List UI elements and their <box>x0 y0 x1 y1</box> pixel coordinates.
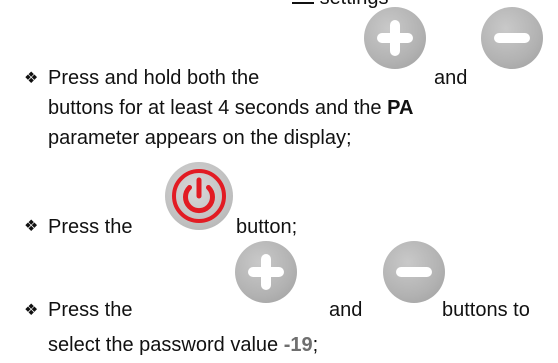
power-icon <box>172 169 226 223</box>
power-button[interactable] <box>165 162 233 230</box>
bullet-icon: ❖ <box>24 218 39 235</box>
step3-suffix: buttons to <box>442 299 530 321</box>
step3-and: and <box>329 299 363 321</box>
bullet-icon: ❖ <box>24 70 39 87</box>
step2-line1: Press the <box>48 216 133 238</box>
step3-line2: select the password value -19; <box>48 334 319 356</box>
manual-page: settings ❖ Press and hold both the and b… <box>0 0 558 363</box>
step2-suffix: button; <box>236 216 298 238</box>
minus-button[interactable] <box>481 7 543 69</box>
step1-line3: parameter appears on the display; <box>48 127 352 149</box>
underlined-fragment <box>292 0 314 4</box>
minus-icon <box>396 267 432 277</box>
minus-button[interactable] <box>383 241 445 303</box>
step1-line1: Press and hold both the <box>48 66 259 90</box>
plus-button[interactable] <box>235 241 297 303</box>
plus-button[interactable] <box>364 7 426 69</box>
plus-icon <box>377 20 413 56</box>
password-value: -19 <box>283 334 313 356</box>
bullet-icon: ❖ <box>24 302 39 319</box>
minus-icon <box>494 33 530 43</box>
step3-line1-prefix: Press the <box>48 299 133 321</box>
step1-line1-prefix: Press and hold both the <box>48 67 260 89</box>
step1-line2: buttons for at least 4 seconds and the P… <box>48 97 414 119</box>
plus-icon <box>248 254 284 290</box>
step1-and: and <box>434 67 468 89</box>
pa-parameter: PA <box>387 97 414 119</box>
